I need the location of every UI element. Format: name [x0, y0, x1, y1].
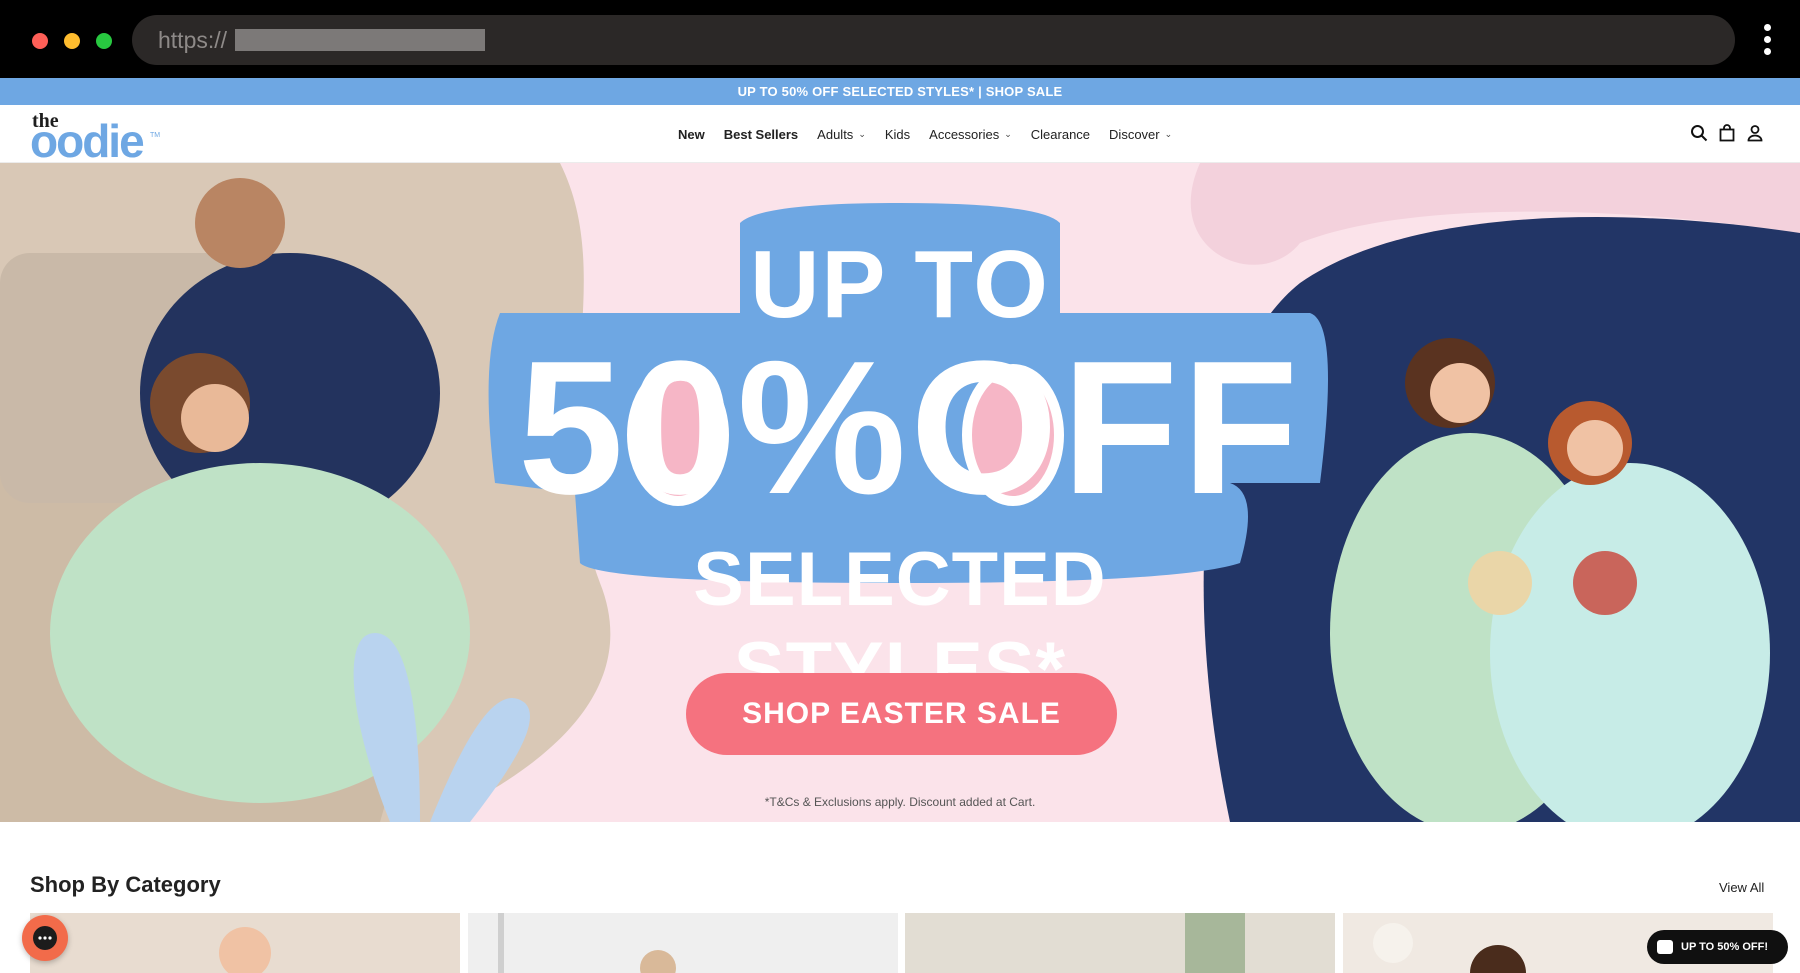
nav-item-new[interactable]: New: [678, 127, 705, 142]
minimize-window-button[interactable]: [64, 33, 80, 49]
promo-pill-button[interactable]: UP TO 50% OFF!: [1647, 930, 1788, 964]
announcement-bar[interactable]: UP TO 50% OFF SELECTED STYLES* | SHOP SA…: [0, 78, 1800, 105]
maximize-window-button[interactable]: [96, 33, 112, 49]
nav-item-kids[interactable]: Kids: [885, 127, 910, 142]
browser-chrome: https://: [0, 0, 1800, 78]
chat-icon: [33, 926, 57, 950]
nav-item-best-sellers[interactable]: Best Sellers: [724, 127, 798, 142]
site-header: the oodie TM New Best Sellers Adults ⌄ Ki…: [0, 105, 1800, 164]
header-actions: [1690, 124, 1764, 142]
hero-line-upto: UP TO: [750, 231, 1050, 338]
category-image: [30, 913, 460, 973]
logo-oodie: oodie: [30, 115, 145, 167]
section-title: Shop By Category: [30, 872, 221, 897]
nav-item-discover[interactable]: Discover ⌄: [1109, 127, 1172, 142]
announcement-text[interactable]: UP TO 50% OFF SELECTED STYLES* | SHOP SA…: [738, 84, 1063, 99]
chevron-down-icon: ⌄: [1164, 128, 1173, 139]
category-image: [468, 913, 898, 973]
view-all-link[interactable]: View All: [1719, 880, 1764, 895]
nav-item-accessories[interactable]: Accessories ⌄: [929, 127, 1012, 142]
nav-item-clearance[interactable]: Clearance: [1031, 127, 1090, 142]
promo-pill-text: UP TO 50% OFF!: [1681, 941, 1769, 953]
url-redacted: [235, 29, 485, 51]
category-card[interactable]: [30, 913, 460, 973]
category-image: [905, 913, 1335, 973]
cart-icon[interactable]: [1718, 124, 1736, 142]
site-logo[interactable]: the oodie TM: [30, 110, 160, 164]
chevron-down-icon: ⌄: [1004, 128, 1012, 139]
gift-icon: [1657, 940, 1673, 954]
shop-easter-sale-button[interactable]: SHOP EASTER SALE: [686, 673, 1117, 755]
address-bar[interactable]: https://: [132, 15, 1735, 65]
hero-banner[interactable]: UP TO 50%OFF SELECTED STYLES* SHOP EASTE…: [0, 163, 1800, 822]
account-icon[interactable]: [1746, 124, 1764, 142]
chevron-down-icon: ⌄: [858, 128, 866, 139]
search-icon[interactable]: [1690, 124, 1708, 142]
hero-line-percent: 50%OFF: [517, 322, 1303, 534]
chat-launcher-button[interactable]: [22, 915, 68, 961]
close-window-button[interactable]: [32, 33, 48, 49]
browser-menu-icon[interactable]: [1764, 24, 1772, 60]
category-card[interactable]: [468, 913, 898, 973]
hero-terms: *T&Cs & Exclusions apply. Discount added…: [764, 795, 1036, 809]
nav-item-adults[interactable]: Adults ⌄: [817, 127, 866, 142]
url-protocol: https://: [158, 27, 228, 53]
category-card[interactable]: [905, 913, 1335, 973]
main-nav: New Best Sellers Adults ⌄ Kids Accessorie…: [678, 105, 1191, 163]
